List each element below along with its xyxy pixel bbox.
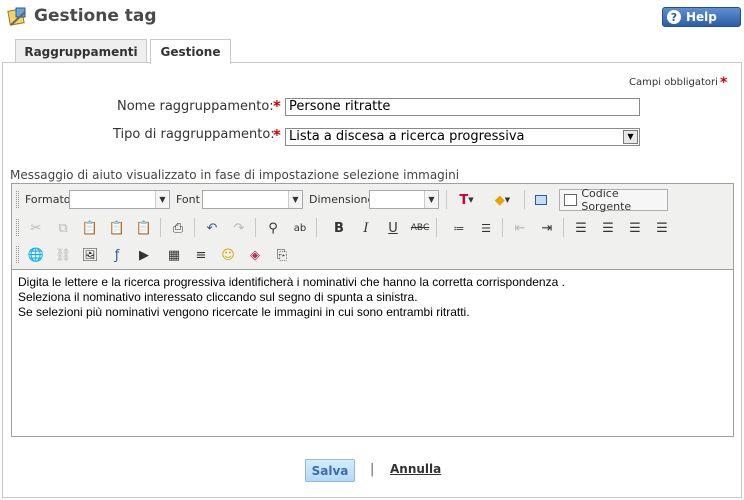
editor-line: Seleziona il nominativo interessato clic… — [18, 290, 418, 304]
print-icon[interactable]: ⎙ — [166, 217, 190, 239]
text-color-icon[interactable]: T ▼ — [450, 189, 483, 211]
tab-bar: Raggruppamenti Gestione — [0, 39, 744, 64]
link-icon[interactable]: 🌐 — [24, 244, 48, 266]
underline-icon[interactable]: U — [381, 217, 405, 239]
required-star-icon: * — [273, 126, 281, 144]
required-note-text: Campi obbligatori — [629, 77, 718, 88]
editor-content[interactable]: Digita le lettere e la ricerca progressi… — [12, 269, 733, 436]
group-type-value: Lista a discesa a ricerca progressiva — [289, 129, 525, 144]
source-code-button[interactable]: Codice Sorgente — [559, 187, 668, 213]
italic-icon[interactable]: I — [354, 217, 378, 239]
toolbar-grip — [16, 246, 19, 263]
group-name-input[interactable]: Persone ritratte — [285, 98, 640, 116]
cancel-link[interactable]: Annulla — [390, 462, 441, 476]
size-select[interactable]: ▼ — [369, 190, 439, 209]
table-icon[interactable]: ▦ — [162, 244, 186, 266]
paste-icon[interactable]: 📋 — [78, 217, 102, 239]
background-color-icon[interactable]: ◆ ▼ — [486, 189, 519, 211]
chevron-down-icon: ▼ — [288, 191, 302, 208]
name-label: Nome raggruppamento: — [117, 99, 274, 114]
toolbar-separator — [563, 218, 564, 237]
cut-icon[interactable]: ✂ — [24, 217, 48, 239]
toolbar-row-2: ✂ ⧉ 📋 📋 📋 ⎙ ↶ ↷ ⚲ ab B I U ABC ≔ ☰ ⇤ ⇥ ☰… — [14, 214, 732, 240]
action-separator: | — [370, 462, 375, 477]
question-mark-icon: ? — [667, 10, 681, 24]
toolbar-separator — [436, 218, 437, 237]
page-title: Gestione tag — [34, 6, 157, 26]
toolbar-separator — [524, 190, 525, 209]
special-char-icon[interactable]: ◈ — [243, 244, 267, 266]
align-right-icon[interactable]: ☰ — [623, 217, 647, 239]
toolbar-separator — [255, 218, 256, 237]
editor-line: Digita le lettere e la ricerca progressi… — [18, 275, 565, 289]
image-icon[interactable]: 🖼 — [78, 244, 102, 266]
horizontal-rule-icon[interactable]: ≡ — [189, 244, 213, 266]
chevron-down-icon[interactable]: ▼ — [623, 130, 638, 144]
font-select[interactable]: ▼ — [202, 190, 303, 209]
outdent-icon[interactable]: ⇤ — [508, 217, 532, 239]
unordered-list-icon[interactable]: ☰ — [474, 217, 498, 239]
help-message-label: Messaggio di aiuto visualizzato in fase … — [10, 168, 460, 182]
page-header: Gestione tag ? Help — [0, 0, 744, 36]
format-select[interactable]: ▼ — [69, 190, 170, 209]
required-fields-note: Campi obbligatori * — [629, 75, 727, 91]
type-label: Tipo di raggruppamento: — [113, 127, 275, 142]
toolbar-row-1: Formato ▼ Font ▼ Dimensione ▼ T ▼ ◆ ▼ Codi… — [14, 186, 732, 213]
replace-icon[interactable]: ab — [288, 217, 312, 239]
tag-tool-icon — [7, 7, 26, 26]
rich-text-editor: Formato ▼ Font ▼ Dimensione ▼ T ▼ ◆ ▼ Codi… — [11, 183, 734, 437]
align-justify-icon[interactable]: ☰ — [650, 217, 674, 239]
toolbar-separator — [160, 218, 161, 237]
chevron-down-icon: ▼ — [424, 191, 438, 208]
toolbar-row-3: 🌐 ⛓ 🖼 ƒ ▶ ▦ ≡ ☺ ◈ ⎘ — [14, 241, 732, 267]
unlink-icon[interactable]: ⛓ — [51, 244, 75, 266]
toolbar-separator — [316, 218, 317, 237]
undo-icon[interactable]: ↶ — [200, 217, 224, 239]
source-code-icon — [564, 194, 578, 206]
indent-icon[interactable]: ⇥ — [535, 217, 559, 239]
toolbar-separator — [502, 218, 503, 237]
chevron-down-icon: ▼ — [155, 191, 169, 208]
toolbar-separator — [194, 218, 195, 237]
smiley-icon[interactable]: ☺ — [216, 244, 240, 266]
ordered-list-icon[interactable]: ≔ — [447, 217, 471, 239]
maximize-icon[interactable] — [529, 189, 553, 211]
align-center-icon[interactable]: ☰ — [596, 217, 620, 239]
paste-text-icon[interactable]: 📋 — [105, 217, 129, 239]
redo-icon[interactable]: ↷ — [227, 217, 251, 239]
group-type-select[interactable]: Lista a discesa a ricerca progressiva ▼ — [285, 128, 640, 146]
tab-gestione[interactable]: Gestione — [150, 39, 231, 64]
help-button-label: Help — [686, 10, 717, 24]
tab-raggruppamenti[interactable]: Raggruppamenti — [15, 39, 147, 63]
flash-icon[interactable]: ƒ — [105, 244, 129, 266]
help-button[interactable]: ? Help — [662, 7, 741, 27]
font-label: Font — [176, 193, 200, 206]
required-star-icon: * — [273, 97, 281, 115]
toolbar-grip — [16, 191, 19, 208]
paste-word-icon[interactable]: 📋 — [132, 217, 156, 239]
toolbar-separator — [446, 190, 447, 209]
required-star-icon: * — [720, 75, 728, 91]
video-icon[interactable]: ▶ — [132, 244, 156, 266]
editor-line: Se selezioni più nominativi vengono rice… — [18, 305, 470, 319]
toolbar-grip — [16, 219, 19, 236]
size-label: Dimensione — [309, 193, 375, 206]
align-left-icon[interactable]: ☰ — [569, 217, 593, 239]
copy-icon[interactable]: ⧉ — [51, 217, 75, 239]
save-button[interactable]: Salva — [305, 459, 355, 482]
bold-icon[interactable]: B — [327, 217, 351, 239]
page-break-icon[interactable]: ⎘ — [270, 244, 294, 266]
find-icon[interactable]: ⚲ — [261, 217, 285, 239]
strikethrough-icon[interactable]: ABC — [408, 217, 432, 239]
source-code-label: Codice Sorgente — [581, 187, 632, 213]
format-label: Formato — [25, 193, 71, 206]
